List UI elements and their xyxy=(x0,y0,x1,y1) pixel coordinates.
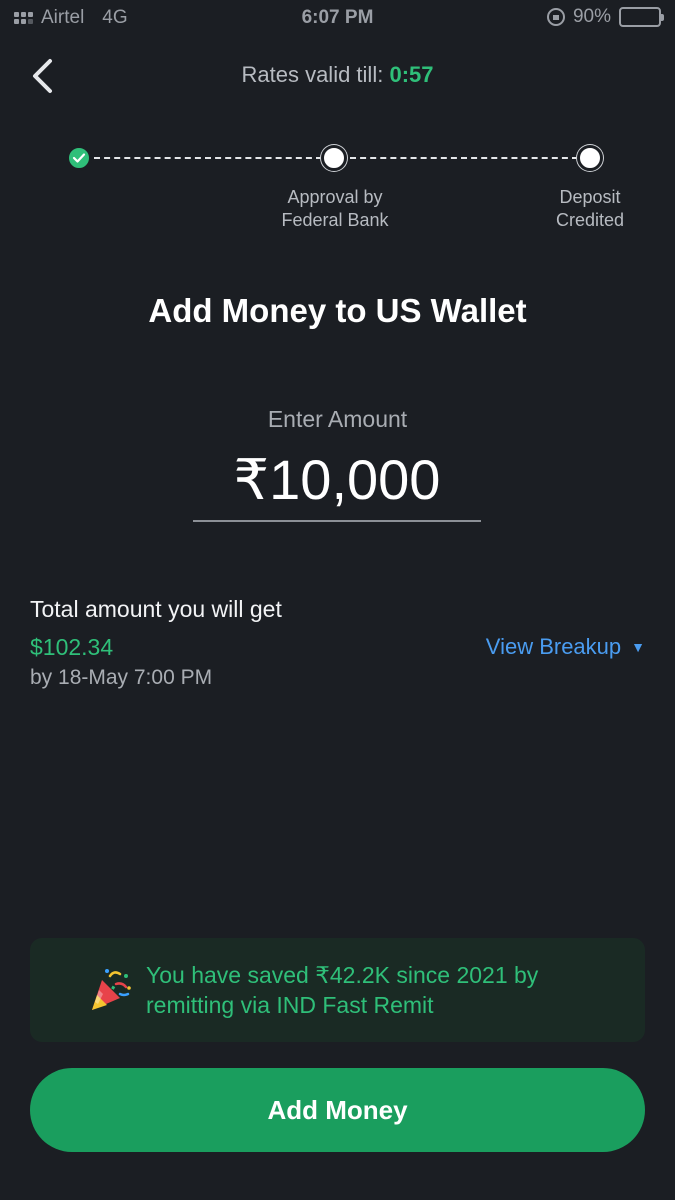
savings-text: You have saved ₹42.2K since 2021 by remi… xyxy=(146,962,539,1018)
rates-timer: 0:57 xyxy=(389,62,434,87)
total-amount-label: Total amount you will get xyxy=(30,596,282,622)
total-amount-value: $102.34 xyxy=(30,634,114,660)
caret-down-icon: ▼ xyxy=(631,639,645,655)
delivery-date: by 18-May 7:00 PM xyxy=(30,666,213,689)
rates-label: Rates valid till: xyxy=(241,62,384,87)
status-right: 90% xyxy=(546,6,664,28)
step-2-pending xyxy=(321,145,347,171)
step-3-label: Deposit Credited xyxy=(555,187,625,230)
rates-validity: Rates valid till: 0:57 xyxy=(0,62,675,88)
add-money-button[interactable]: Add Money xyxy=(30,1068,645,1152)
page-title: Add Money to US Wallet xyxy=(148,292,527,329)
view-breakup-link[interactable]: View Breakup ▼ xyxy=(486,634,645,660)
progress-stepper: Approval by Federal Bank Deposit Credite… xyxy=(0,140,675,240)
step-2-label: Approval by Federal Bank xyxy=(281,187,389,230)
step-connector xyxy=(94,157,322,159)
party-popper-icon xyxy=(92,969,131,1010)
step-connector xyxy=(350,157,578,159)
step-1-complete xyxy=(66,145,92,171)
amount-input[interactable]: ₹10,000 xyxy=(193,446,481,522)
savings-banner: You have saved ₹42.2K since 2021 by remi… xyxy=(30,938,645,1042)
step-3-pending xyxy=(577,145,603,171)
rotation-lock-icon xyxy=(546,8,565,26)
screen: Airtel 4G 6:07 PM 90% Rates valid till: … xyxy=(0,0,675,1200)
status-bar: Airtel 4G 6:07 PM 90% xyxy=(0,0,675,40)
battery-percent: 90% xyxy=(572,6,611,27)
view-breakup-label: View Breakup xyxy=(485,634,622,659)
battery-icon xyxy=(619,7,664,27)
amount-label: Enter Amount xyxy=(267,406,408,432)
check-icon xyxy=(72,153,86,163)
